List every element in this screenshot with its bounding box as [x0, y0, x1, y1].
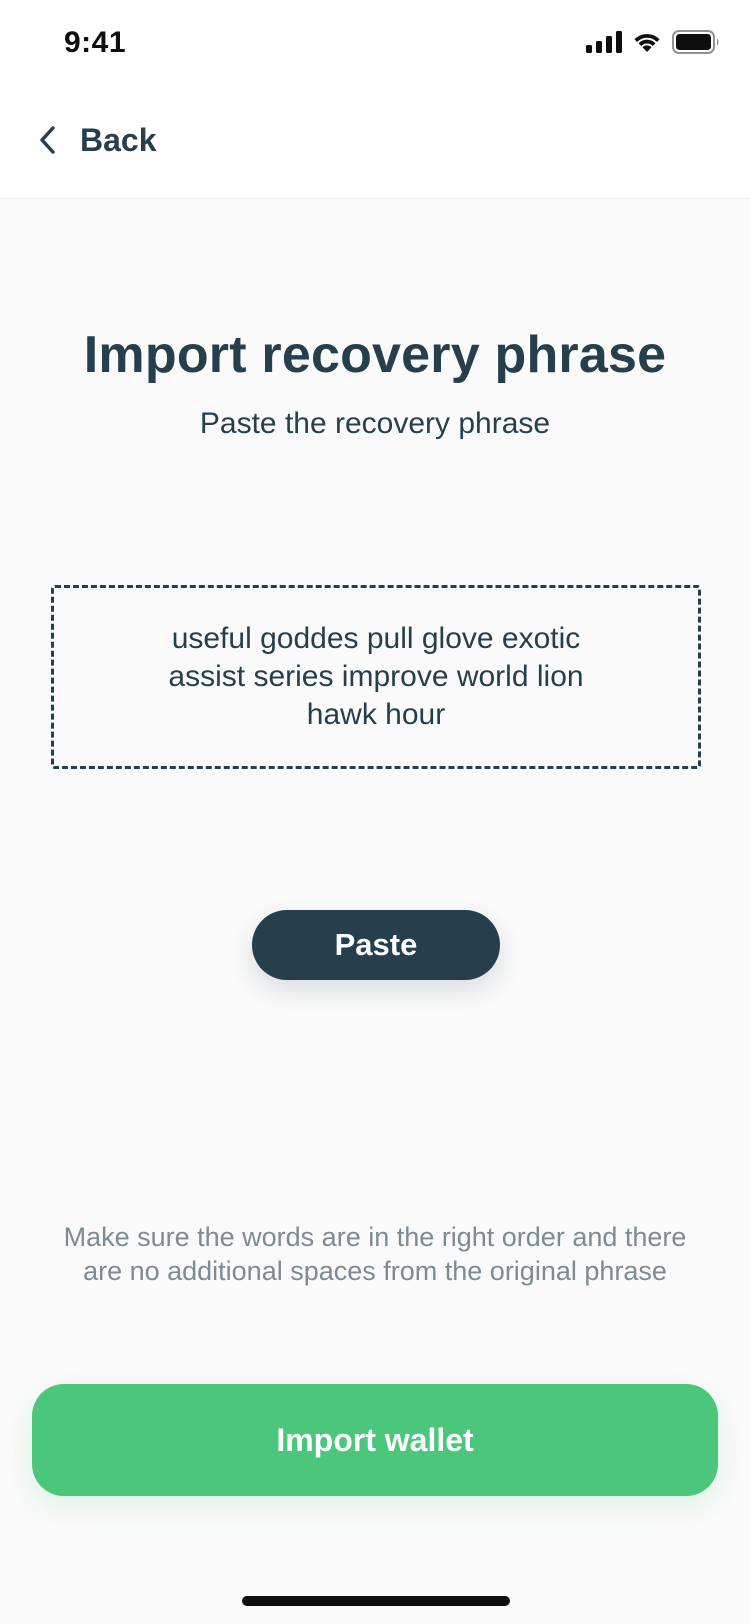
signal-icon [586, 31, 622, 53]
status-icons [586, 30, 720, 54]
status-bar: 9:41 [0, 0, 750, 92]
home-indicator [242, 1596, 510, 1606]
page-subtitle: Paste the recovery phrase [199, 407, 551, 440]
status-time: 9:41 [64, 26, 127, 59]
wifi-icon [634, 33, 660, 52]
hint-text: Make sure the words are in the right ord… [63, 1222, 687, 1286]
chevron-left-icon [40, 126, 55, 154]
back-label: Back [80, 121, 157, 158]
top-nav-header: Back [0, 92, 750, 198]
back-button[interactable]: Back [38, 112, 157, 168]
battery-icon [672, 30, 719, 54]
paste-button[interactable]: Paste [252, 910, 500, 980]
recovery-phrase-text: useful goddes pull glove exotic assist s… [168, 622, 584, 731]
recovery-phrase-box[interactable]: useful goddes pull glove exotic assist s… [51, 585, 701, 769]
import-wallet-button[interactable]: Import wallet [32, 1384, 718, 1496]
page-title: Import recovery phrase [83, 326, 667, 384]
